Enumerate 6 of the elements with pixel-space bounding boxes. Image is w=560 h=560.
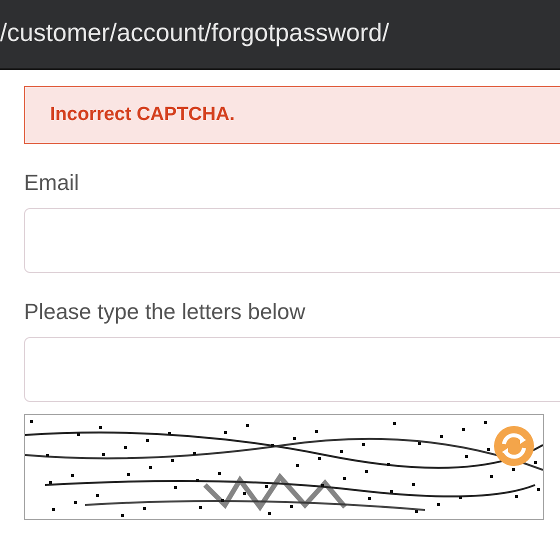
input-field[interactable] [24,337,560,402]
input-field[interactable] [24,208,560,273]
field-label: Please type the letters below [24,299,306,325]
refresh-icon[interactable] [493,425,535,467]
field-label: Email [24,170,80,196]
error-message: Incorrect CAPTCHA. [24,86,560,144]
